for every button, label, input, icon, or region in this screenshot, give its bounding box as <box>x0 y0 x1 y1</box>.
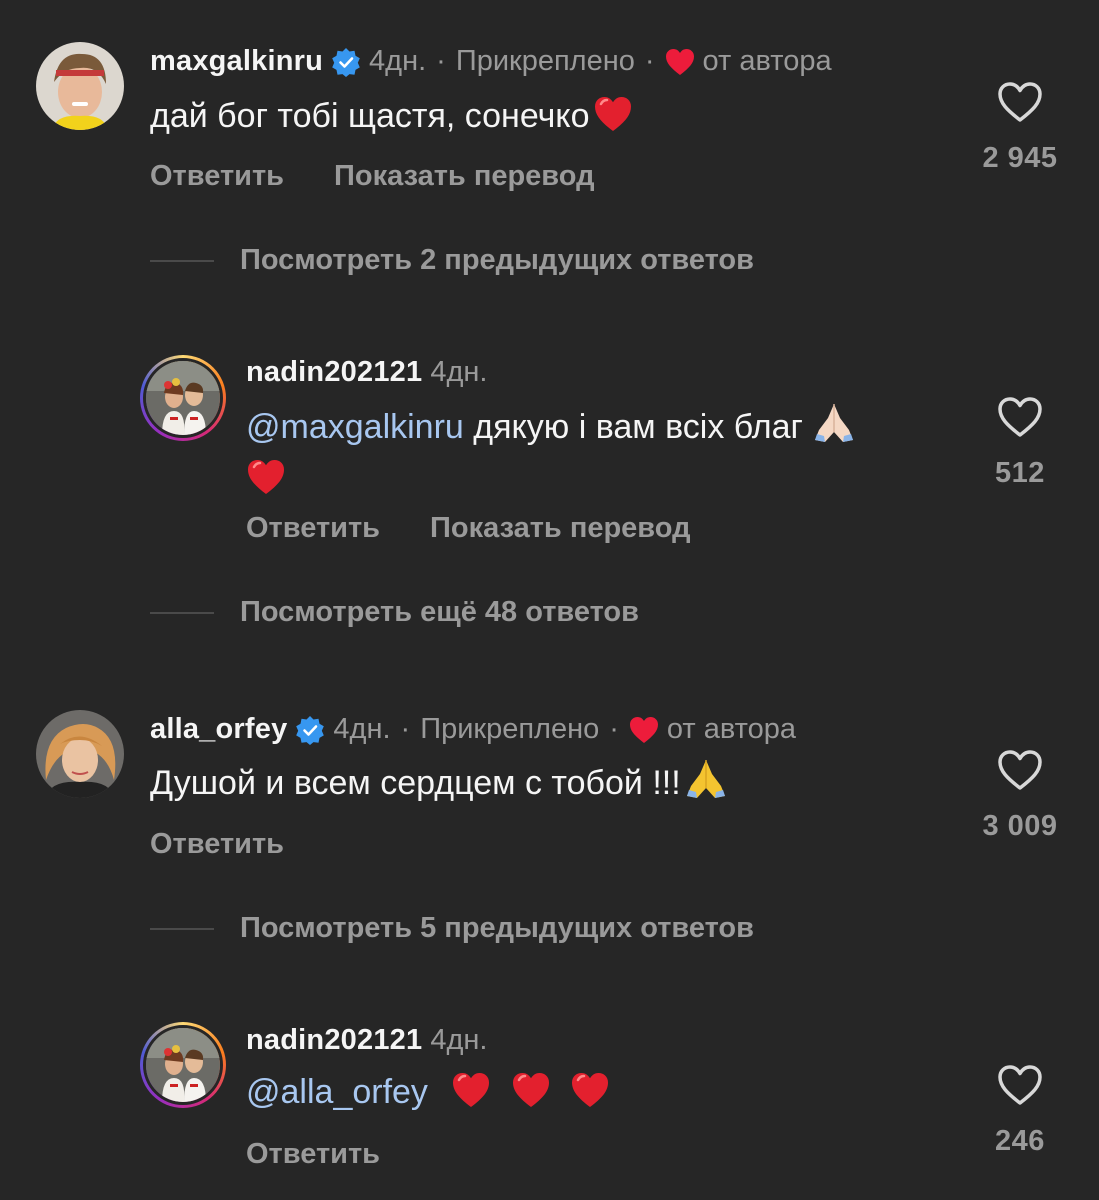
comment-text-content: дякую і вам всіх благ <box>463 408 803 446</box>
reply-button[interactable]: Ответить <box>150 828 284 861</box>
separator-dot: · <box>644 45 655 77</box>
comment-actions: Ответить <box>246 1138 380 1171</box>
comment-meta: nadin202121 4дн. <box>246 1024 487 1057</box>
view-replies-link[interactable]: Посмотреть 2 предыдущих ответов <box>150 244 754 277</box>
view-replies-label: Посмотреть 2 предыдущих ответов <box>240 244 754 276</box>
red-heart-emoji <box>453 1073 490 1107</box>
view-replies-label: Посмотреть 5 предыдущих ответов <box>240 912 754 944</box>
red-heart-emoji <box>595 97 632 131</box>
like-count: 2 945 <box>982 142 1058 174</box>
divider-line <box>150 611 214 614</box>
comment-text: дай бог тобі щастя, сонечко <box>150 90 633 142</box>
comment-text-content: Душой и всем сердцем с тобой !!! <box>150 764 681 802</box>
comment-meta: maxgalkinru 4дн. · Прикреплено · от авто… <box>150 45 832 78</box>
comment-text: @maxgalkinru дякую і вам всіх благ <box>246 400 946 505</box>
reply-button[interactable]: Ответить <box>150 160 284 193</box>
red-heart-emoji <box>248 460 284 494</box>
show-translation-button[interactable]: Показать перевод <box>334 160 594 193</box>
timestamp: 4дн. <box>430 1024 488 1056</box>
liked-by-author-label: от автора <box>666 713 796 745</box>
verified-badge-icon <box>332 47 360 77</box>
divider-line <box>150 927 214 930</box>
separator-dot: · <box>400 713 411 745</box>
like-count: 246 <box>995 1125 1045 1157</box>
folded-hands-emoji <box>814 404 853 442</box>
like-control: 3 009 <box>960 748 1080 843</box>
username[interactable]: alla_orfey <box>150 713 287 746</box>
heart-outline-icon[interactable] <box>996 80 1044 124</box>
avatar[interactable] <box>36 42 124 130</box>
heart-outline-icon[interactable] <box>996 1063 1044 1107</box>
avatar-story-ring[interactable] <box>140 1022 226 1108</box>
comment-actions: Ответить <box>150 828 284 861</box>
timestamp: 4дн. <box>333 713 391 745</box>
like-control: 512 <box>960 395 1080 490</box>
comment-actions: Ответить Показать перевод <box>150 160 595 193</box>
like-count: 512 <box>995 457 1045 489</box>
mention-link[interactable]: @alla_orfey <box>246 1073 428 1111</box>
heart-outline-icon[interactable] <box>996 395 1044 439</box>
view-replies-link[interactable]: Посмотреть 5 предыдущих ответов <box>150 912 754 945</box>
comment-actions: Ответить Показать перевод <box>246 512 691 545</box>
comment-meta: alla_orfey 4дн. · Прикреплено · от автор… <box>150 713 796 746</box>
reply-button[interactable]: Ответить <box>246 512 380 545</box>
red-heart-icon <box>665 48 694 75</box>
pinned-label: Прикреплено <box>455 45 635 77</box>
username[interactable]: maxgalkinru <box>150 45 323 78</box>
pinned-label: Прикреплено <box>420 713 600 745</box>
avatar <box>143 1025 223 1105</box>
username[interactable]: nadin202121 <box>246 356 422 389</box>
divider-line <box>150 259 214 262</box>
view-replies-label: Посмотреть ещё 48 ответов <box>240 596 639 628</box>
avatar[interactable] <box>36 710 124 798</box>
show-translation-button[interactable]: Показать перевод <box>430 512 690 545</box>
comment-text: Душой и всем сердцем с тобой !!! <box>150 756 729 809</box>
reply-button[interactable]: Ответить <box>246 1138 380 1171</box>
separator-dot: · <box>609 713 619 745</box>
avatar-story-ring[interactable] <box>140 355 226 441</box>
timestamp: 4дн. <box>369 45 427 77</box>
comment-text: @alla_orfey <box>246 1066 610 1118</box>
red-heart-icon <box>629 716 658 743</box>
avatar <box>143 358 223 438</box>
verified-badge-icon <box>296 715 325 745</box>
mention-link[interactable]: @maxgalkinru <box>246 408 464 446</box>
heart-outline-icon[interactable] <box>996 748 1044 792</box>
view-replies-link[interactable]: Посмотреть ещё 48 ответов <box>150 596 639 629</box>
folded-hands-emoji <box>686 760 725 798</box>
like-count: 3 009 <box>982 810 1058 842</box>
comment-meta: nadin202121 4дн. <box>246 356 487 389</box>
liked-by-author-label: от автора <box>702 45 832 77</box>
separator-dot: · <box>436 45 446 77</box>
red-heart-emoji <box>572 1073 609 1107</box>
red-heart-emoji <box>512 1073 549 1107</box>
comment-text-content: дай бог тобі щастя, сонечко <box>150 97 590 135</box>
like-control: 2 945 <box>960 80 1080 175</box>
like-control: 246 <box>960 1063 1080 1158</box>
username[interactable]: nadin202121 <box>246 1024 422 1057</box>
timestamp: 4дн. <box>430 356 488 388</box>
